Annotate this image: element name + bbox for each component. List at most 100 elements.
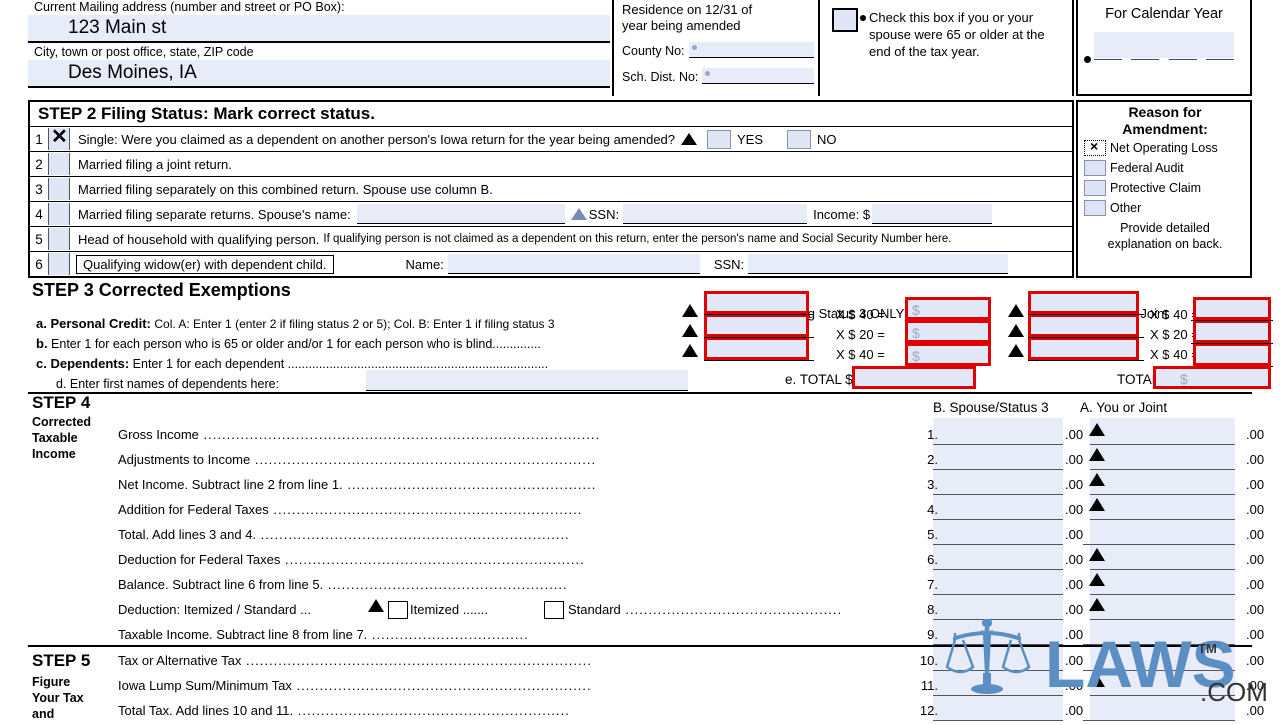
- widow-name-input[interactable]: [447, 254, 700, 274]
- filing-status-row-6[interactable]: 6 Qualifying widow(er) with dependent ch…: [30, 252, 1072, 276]
- reason-option-label: Other: [1110, 201, 1142, 215]
- line-2-input-b[interactable]: [933, 469, 1063, 470]
- checkbox-checked-icon[interactable]: [1084, 136, 1106, 156]
- row-number: 1: [35, 131, 43, 147]
- filing-status-row-4[interactable]: 4 Married filing separate returns. Spous…: [30, 202, 1072, 227]
- line-9-cents-b: .00: [1065, 627, 1084, 642]
- line-6-number: 6.: [927, 552, 938, 567]
- filing-status-checkbox-6[interactable]: [48, 253, 70, 275]
- filing-status-row-2[interactable]: 2 Married filing a joint return.: [30, 152, 1072, 177]
- check-x-icon: ✕: [51, 126, 68, 148]
- line-10-number: 10.: [919, 653, 938, 668]
- spouse-ssn-label: SSN:: [588, 206, 620, 222]
- step3-row-a-count-b[interactable]: [704, 291, 809, 314]
- line-12-input-b[interactable]: [933, 720, 1063, 721]
- line-4-cents-b: .00: [1065, 502, 1084, 517]
- filing-status-checkbox-1[interactable]: ✕: [48, 126, 70, 150]
- step3-row-d-label: d. Enter first names of dependents here:: [56, 377, 280, 391]
- line-10-input-a[interactable]: [1083, 670, 1235, 671]
- line-5-input-a[interactable]: [1083, 544, 1235, 545]
- line-8-input-a[interactable]: [1090, 619, 1235, 620]
- line-6-input-a[interactable]: [1090, 569, 1235, 570]
- checkbox-icon[interactable]: [1084, 160, 1106, 176]
- spouse-ssn-input[interactable]: [623, 204, 808, 224]
- checkbox-icon[interactable]: [1084, 180, 1106, 196]
- step3-row-b-amount-a[interactable]: [1193, 320, 1271, 343]
- step3-row-c-count-b[interactable]: [704, 337, 809, 360]
- step3-row-a-count-a[interactable]: [1028, 291, 1139, 314]
- line-3-cents-b: .00: [1065, 477, 1084, 492]
- line-10-input-b[interactable]: [933, 670, 1063, 671]
- widow-ssn-input[interactable]: [748, 254, 1009, 274]
- filing-status-checkbox-2[interactable]: [48, 153, 70, 175]
- line-7-input-a[interactable]: [1090, 594, 1235, 595]
- school-district-input[interactable]: [702, 68, 814, 84]
- step3-row-c-amount-a[interactable]: [1193, 343, 1271, 366]
- line-3-input-b[interactable]: [933, 494, 1063, 495]
- filing-status-row-3[interactable]: 3 Married filing separately on this comb…: [30, 177, 1072, 202]
- line-5-input-b[interactable]: [933, 544, 1063, 545]
- line-2-cents-a: .00: [1246, 452, 1265, 467]
- county-input[interactable]: [688, 42, 814, 58]
- step3-row-c-count-a[interactable]: [1028, 337, 1139, 360]
- filing-status-label-5: Head of household with qualifying person…: [78, 231, 320, 247]
- reason-option-federal-audit[interactable]: Federal Audit: [1084, 158, 1246, 178]
- filing-status-checkbox-5[interactable]: [48, 228, 70, 250]
- line-4-input-a[interactable]: [1090, 519, 1235, 520]
- line-11-cents-b: .00: [1065, 678, 1084, 693]
- no-checkbox[interactable]: [787, 129, 812, 149]
- line-1-cents-a: .00: [1246, 427, 1265, 442]
- line-12-label: Total Tax. Add lines 10 and 11. ........…: [118, 703, 570, 718]
- line-11-input-b[interactable]: [933, 695, 1063, 696]
- line-3-input-a[interactable]: [1090, 494, 1235, 495]
- dependents-names-input[interactable]: [366, 370, 688, 391]
- filing-status-checkbox-3[interactable]: [48, 178, 70, 200]
- filing-status-checkbox-4[interactable]: [48, 203, 70, 225]
- step4-sub-line-2: Taxable: [32, 431, 78, 445]
- checkbox-icon[interactable]: [1084, 200, 1106, 216]
- row-number: 5: [35, 231, 43, 247]
- calendar-year-input[interactable]: [1084, 32, 1234, 63]
- reason-option-protective-claim[interactable]: Protective Claim: [1084, 178, 1246, 198]
- filing-status-row-5[interactable]: 5 Head of household with qualifying pers…: [30, 227, 1072, 252]
- reason-footer-line1: Provide detailed: [1120, 221, 1210, 235]
- step3-row-a-amount-a[interactable]: [1193, 297, 1271, 320]
- spouse-name-input[interactable]: [356, 204, 565, 224]
- line-12-input-a[interactable]: [1083, 720, 1235, 721]
- step3-row-b-count-a[interactable]: [1028, 314, 1139, 337]
- no-label: NO: [817, 131, 837, 147]
- city-input[interactable]: Des Moines, IA: [28, 60, 610, 86]
- reason-option-net-operating-loss[interactable]: Net Operating Loss: [1084, 136, 1246, 158]
- line-8-input-b[interactable]: [933, 619, 1063, 620]
- step5-sub-line-2: Your Tax: [32, 691, 84, 705]
- yes-checkbox[interactable]: [707, 129, 732, 149]
- line-1-input-b[interactable]: [933, 444, 1063, 445]
- line-7-input-b[interactable]: [933, 594, 1063, 595]
- income-input[interactable]: [872, 204, 993, 224]
- filing-status-row-1[interactable]: 1 ✕ Single: Were you claimed as a depend…: [30, 126, 1072, 152]
- line-2-input-a[interactable]: [1090, 469, 1235, 470]
- step3-row-b-text: Enter 1 for each person who is 65 or old…: [51, 337, 541, 351]
- line-6-input-b[interactable]: [933, 569, 1063, 570]
- line-1-input-a[interactable]: [1090, 444, 1235, 445]
- tax-form-page: Current Mailing address (number and stre…: [0, 0, 1280, 721]
- step3-total-a-input[interactable]: [1153, 366, 1271, 389]
- step3-total-b-input[interactable]: [852, 366, 976, 389]
- line-4-input-b[interactable]: [933, 519, 1063, 520]
- age-65-checkbox[interactable]: [832, 8, 858, 32]
- step3-total-b-label: e. TOTAL $: [785, 372, 853, 387]
- step2-heading: STEP 2 Filing Status: Mark correct statu…: [30, 102, 1072, 127]
- line-11-input-a[interactable]: [1090, 695, 1235, 696]
- itemized-checkbox[interactable]: [388, 601, 408, 619]
- step3-row-b-count-b[interactable]: [704, 314, 809, 337]
- filing-status-label-2: Married filing a joint return.: [78, 156, 232, 172]
- step3-row-c-label: c. Dependents:: [36, 356, 130, 371]
- bullet-icon: [705, 71, 711, 76]
- mailing-address-input[interactable]: 123 Main st: [28, 15, 610, 41]
- line-8-number: 8.: [927, 602, 938, 617]
- reason-option-other[interactable]: Other: [1084, 198, 1246, 218]
- divider: [28, 645, 1252, 647]
- standard-checkbox[interactable]: [544, 601, 564, 619]
- line-2-label: Adjustments to Income ..................…: [118, 452, 597, 467]
- filing-status-label-4: Married filing separate returns. Spouse'…: [78, 206, 351, 222]
